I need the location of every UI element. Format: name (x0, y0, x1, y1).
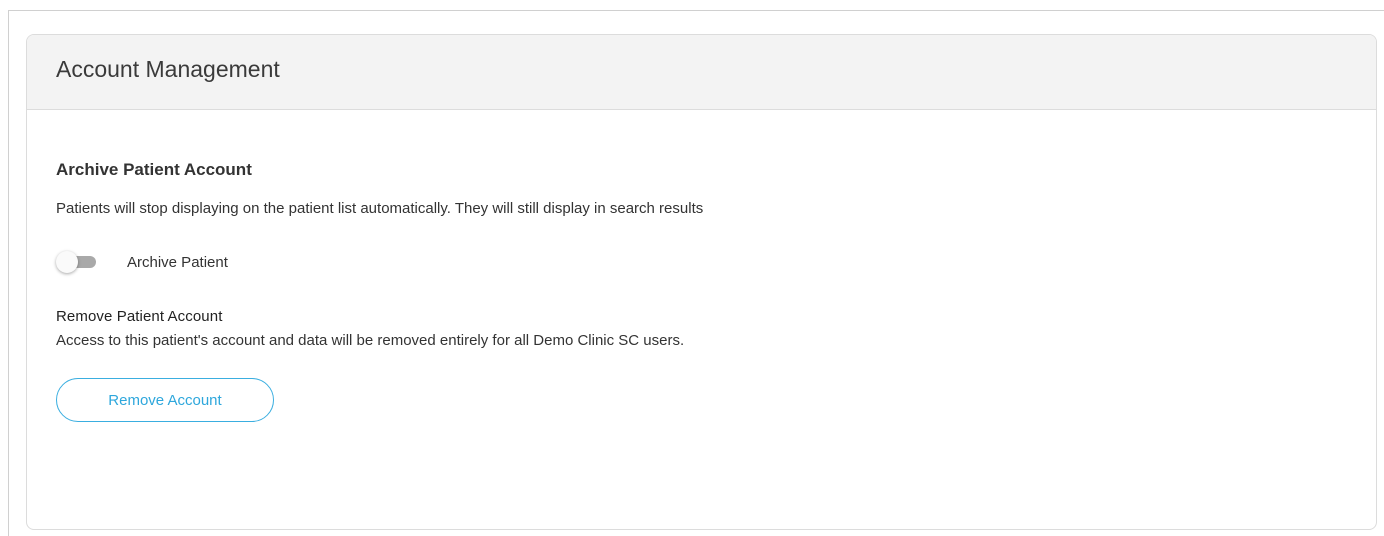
archive-patient-label: Archive Patient (127, 253, 228, 271)
archive-patient-toggle-row[interactable]: Archive Patient (56, 250, 228, 274)
archive-section-description: Patients will stop displaying on the pat… (56, 200, 704, 217)
card-header: Account Management (27, 35, 1376, 110)
account-management-card: Account Management Archive Patient Accou… (26, 34, 1377, 530)
archive-section-title: Archive Patient Account (56, 160, 252, 179)
toggle-knob[interactable] (56, 251, 78, 273)
remove-section-title: Remove Patient Account (56, 308, 223, 325)
card-title: Account Management (56, 55, 280, 82)
remove-account-button[interactable]: Remove Account (56, 378, 274, 422)
remove-section-description: Access to this patient's account and dat… (56, 332, 685, 349)
archive-patient-toggle[interactable] (56, 250, 98, 274)
